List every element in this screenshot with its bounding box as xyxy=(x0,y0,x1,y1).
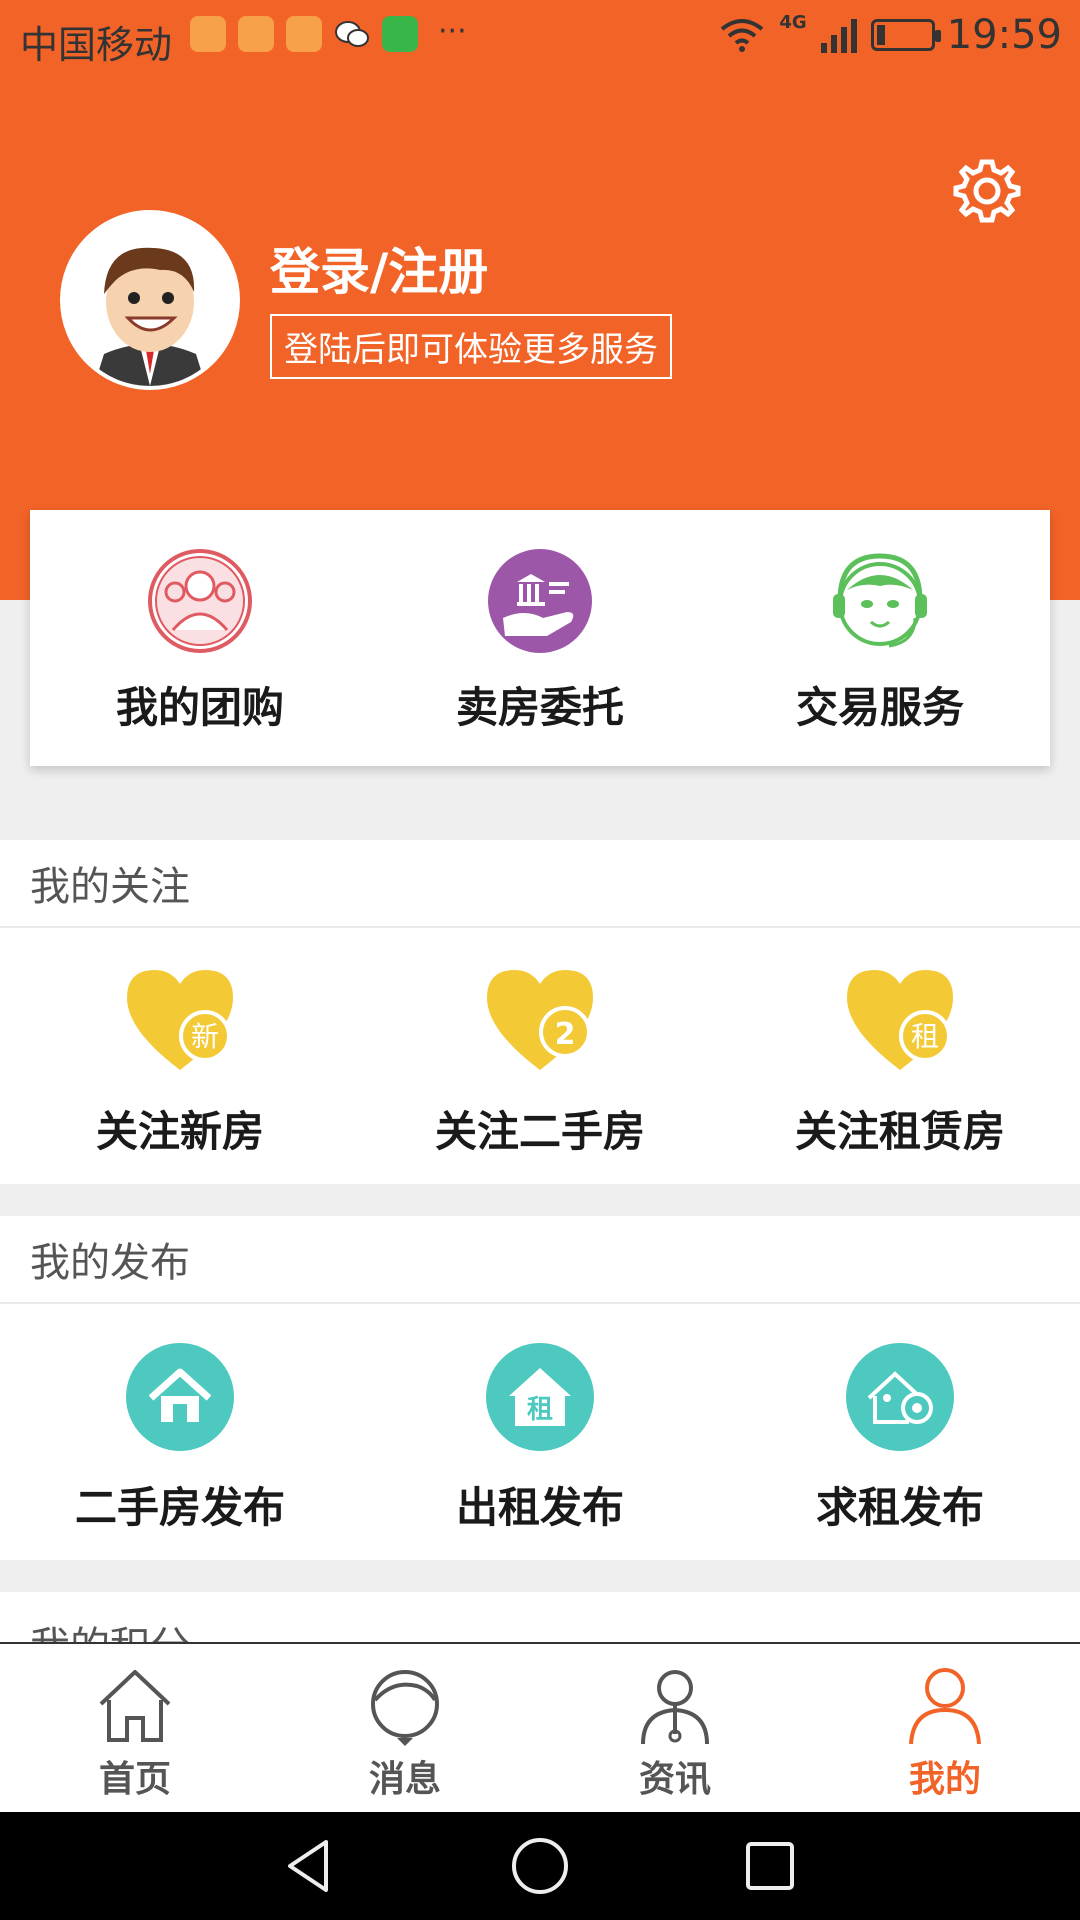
network-type: 4G xyxy=(779,12,807,33)
services-card: 我的团购 卖房委托 交易服务 xyxy=(30,510,1050,766)
cartoon-avatar-icon xyxy=(64,214,236,386)
house-badge: 租 xyxy=(527,1395,553,1425)
group-buy-button[interactable]: 我的团购 xyxy=(30,510,370,766)
avatar[interactable] xyxy=(60,210,240,390)
heart-badge: 2 xyxy=(555,1017,576,1052)
sell-house-button[interactable]: 卖房委托 xyxy=(370,510,710,766)
wechat-green-icon xyxy=(382,16,418,52)
gear-icon[interactable] xyxy=(952,156,1022,226)
signal-icon xyxy=(820,19,857,53)
customer-service-icon xyxy=(833,553,927,648)
follow-new-house-button[interactable]: 新 关注新房 xyxy=(0,928,360,1180)
login-register-link[interactable]: 登录/注册 xyxy=(270,232,488,304)
status-right: 4G 19:59 xyxy=(717,12,1062,58)
uc-browser-icon xyxy=(190,16,226,52)
follow-new-house-label: 关注新房 xyxy=(95,1107,264,1156)
section-title[interactable]: 我的积分 xyxy=(0,1592,1080,1642)
carrier-name: 中国移动 xyxy=(20,23,173,67)
system-nav-bar xyxy=(0,1812,1080,1920)
section-title: 我的关注 xyxy=(0,840,1080,928)
wifi-icon xyxy=(721,19,764,52)
follow-rental-label: 关注租赁房 xyxy=(794,1107,1005,1156)
nav-profile[interactable]: 我的 xyxy=(810,1644,1080,1812)
rent-publish-button[interactable]: 租 出租发布 xyxy=(360,1304,720,1556)
follow-secondhand-label: 关注二手房 xyxy=(434,1107,645,1156)
recent-apps-icon[interactable] xyxy=(740,1836,800,1896)
notification-icons: ··· xyxy=(190,16,467,52)
section-title: 我的发布 xyxy=(0,1216,1080,1304)
follow-rental-button[interactable]: 租 关注租赁房 xyxy=(720,928,1080,1180)
clock: 19:59 xyxy=(946,12,1062,58)
trade-service-label: 交易服务 xyxy=(795,683,964,732)
nav-profile-label: 我的 xyxy=(908,1759,981,1800)
news-icon xyxy=(641,1670,709,1745)
battery-icon xyxy=(870,19,941,51)
rent-publish-label: 出租发布 xyxy=(455,1483,624,1532)
more-notifications-icon: ··· xyxy=(438,14,467,49)
heart-new-icon: 新 xyxy=(127,970,233,1070)
login-hint[interactable]: 登陆后即可体验更多服务 xyxy=(270,314,672,379)
heart-badge: 租 xyxy=(911,1020,939,1053)
nav-messages-label: 消息 xyxy=(368,1759,441,1800)
seek-rent-publish-button[interactable]: 求租发布 xyxy=(720,1304,1080,1556)
nav-home-label: 首页 xyxy=(98,1759,171,1800)
heart-rent-icon: 租 xyxy=(847,970,953,1070)
home-circle-icon[interactable] xyxy=(510,1836,570,1896)
group-buy-icon xyxy=(148,549,252,653)
status-bar: 中国移动 ··· 4G 19:59 xyxy=(0,0,1080,76)
wechat-icon xyxy=(334,16,370,52)
heart-badge: 新 xyxy=(191,1020,219,1053)
app-notification-icon xyxy=(238,16,274,52)
nav-news-label: 资讯 xyxy=(638,1759,711,1800)
follow-secondhand-button[interactable]: 2 关注二手房 xyxy=(360,928,720,1180)
sell-house-label: 卖房委托 xyxy=(455,683,624,732)
heart-secondhand-icon: 2 xyxy=(487,970,593,1070)
secondhand-publish-button[interactable]: 二手房发布 xyxy=(0,1304,360,1556)
my-follows-section: 我的关注 新 关注新房 2 关注二手房 租 关注租赁房 xyxy=(0,840,1080,1184)
back-icon[interactable] xyxy=(280,1836,340,1896)
follows-grid: 新 关注新房 2 关注二手房 租 关注租赁房 xyxy=(0,928,1080,1180)
nav-messages[interactable]: 消息 xyxy=(270,1644,540,1812)
profile-page: 中国移动 ··· 4G 19:59 登录/注册 登陆后即可体验更多服务 我的团购… xyxy=(0,0,1080,1920)
rent-publish-icon: 租 xyxy=(486,1343,594,1451)
group-buy-label: 我的团购 xyxy=(115,683,284,732)
profile-icon xyxy=(909,1668,981,1745)
seek-rent-publish-label: 求租发布 xyxy=(815,1483,984,1532)
my-points-section: 我的积分 xyxy=(0,1592,1080,1642)
nav-news[interactable]: 资讯 xyxy=(540,1644,810,1812)
secondhand-publish-label: 二手房发布 xyxy=(74,1483,285,1532)
seek-rent-icon xyxy=(846,1343,954,1451)
message-icon xyxy=(371,1670,439,1746)
publish-grid: 二手房发布 租 出租发布 求租发布 xyxy=(0,1304,1080,1556)
home-icon xyxy=(99,1670,171,1742)
bottom-nav: 首页 消息 资讯 我的 xyxy=(0,1642,1080,1812)
nav-home[interactable]: 首页 xyxy=(0,1644,270,1812)
trade-service-button[interactable]: 交易服务 xyxy=(710,510,1050,766)
uc-browser-icon-2 xyxy=(286,16,322,52)
sell-house-icon xyxy=(488,549,592,653)
house-publish-icon xyxy=(126,1343,234,1451)
my-publish-section: 我的发布 二手房发布 租 出租发布 求租发布 xyxy=(0,1216,1080,1560)
